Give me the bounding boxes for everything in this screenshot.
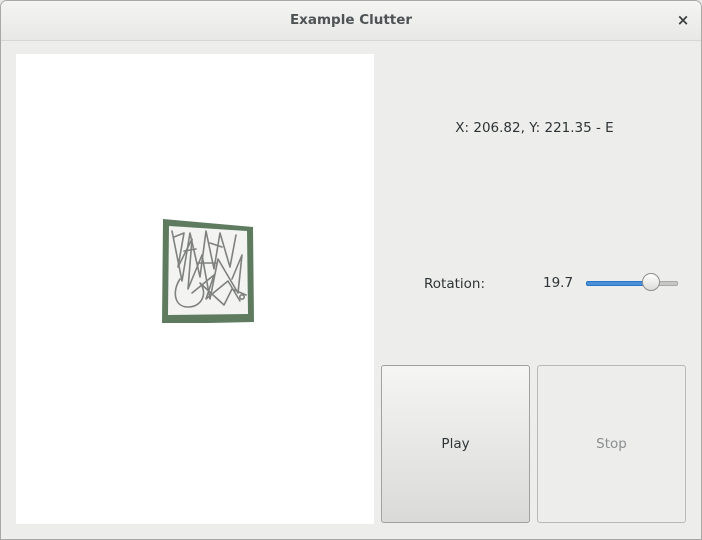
slider-knob[interactable] — [642, 273, 660, 291]
rotation-slider[interactable] — [585, 272, 679, 294]
stop-button[interactable]: Stop — [537, 365, 686, 523]
window-title: Example Clutter — [289, 12, 413, 28]
close-button[interactable]: × — [673, 10, 693, 30]
play-button-label: Play — [441, 436, 470, 452]
rotation-value: 19.7 — [543, 275, 574, 291]
titlebar[interactable]: Example Clutter × — [1, 1, 701, 41]
rotation-label: Rotation: — [424, 276, 486, 292]
rotated-texture-actor[interactable] — [162, 219, 254, 323]
app-window: Example Clutter × X: 206.82, Y: 221.35 -… — [0, 0, 702, 540]
stop-button-label: Stop — [596, 436, 627, 452]
play-button[interactable]: Play — [381, 365, 530, 523]
clutter-stage[interactable] — [16, 54, 374, 524]
close-icon: × — [676, 11, 690, 29]
pointer-coordinates: X: 206.82, Y: 221.35 - E — [455, 120, 614, 136]
